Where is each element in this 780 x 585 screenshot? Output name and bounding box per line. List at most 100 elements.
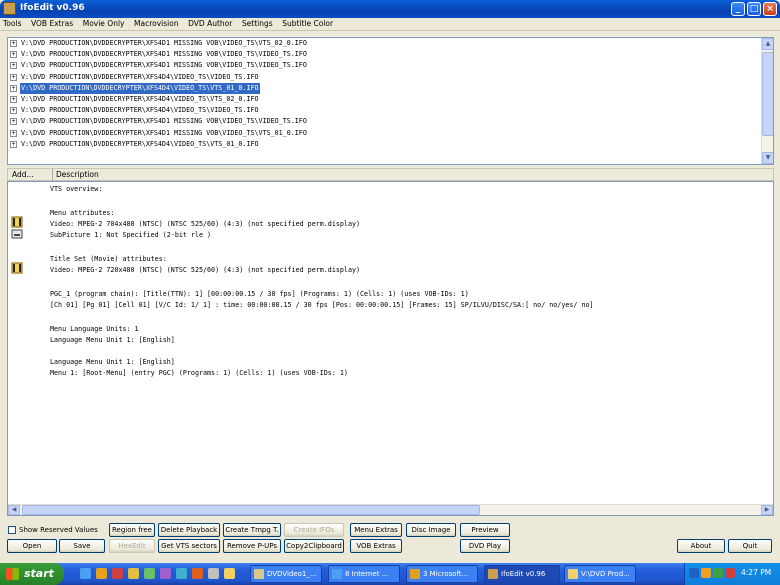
file-row[interactable]: + V:\DVD PRODUCTION\DVDDECRYPTER\XFS4D1 M…: [8, 38, 773, 49]
expand-plus-icon[interactable]: +: [10, 62, 17, 70]
window-title: IfoEdit v0.96: [20, 3, 85, 13]
expand-plus-icon[interactable]: +: [10, 40, 17, 47]
quicklaunch-app-icon[interactable]: [144, 568, 155, 579]
hscroll-thumb[interactable]: [22, 505, 480, 515]
file-list-scrollbar[interactable]: ▲ ▼: [761, 38, 773, 164]
quicklaunch-app-icon[interactable]: [128, 568, 139, 579]
detail-line: VTS overview:: [50, 185, 103, 193]
windows-flag-icon: [6, 568, 19, 580]
expand-plus-icon[interactable]: +: [10, 129, 17, 137]
task-microsoft[interactable]: 3 Microsoft...: [406, 565, 478, 583]
expand-plus-icon[interactable]: +: [10, 95, 17, 103]
expand-plus-icon[interactable]: +: [10, 118, 17, 126]
quicklaunch-folder-icon[interactable]: [96, 568, 107, 579]
menu-subtitle-color[interactable]: Subtitle Color: [279, 18, 337, 28]
file-row[interactable]: + V:\DVD PRODUCTION\DVDDECRYPTER\XFS4D1 M…: [8, 60, 773, 71]
clock[interactable]: 4:27 PM: [741, 568, 771, 577]
file-row[interactable]: + V:\DVD PRODUCTION\DVDDECRYPTER\XFS4D1 M…: [8, 128, 773, 139]
detail-line: Video: MPEG-2 720x480 (NTSC) (NTSC 525/6…: [50, 266, 361, 274]
tray-icon[interactable]: [725, 568, 735, 578]
maximize-button[interactable]: □: [747, 2, 761, 16]
scroll-thumb[interactable]: [762, 52, 773, 136]
quit-button[interactable]: Quit: [728, 539, 772, 553]
menu-macrovision[interactable]: Macrovision: [131, 18, 183, 28]
get-vts-sectors-button[interactable]: Get VTS sectors: [158, 539, 220, 553]
file-path: V:\DVD PRODUCTION\DVDDECRYPTER\XFS4D1 MI…: [21, 39, 307, 47]
copy2clipboard-button[interactable]: Copy2Clipboard: [284, 539, 344, 553]
ifoedit-icon: [488, 569, 498, 579]
detail-line: Video: MPEG-2 704x480 (NTSC) (NTSC 525/6…: [50, 220, 361, 228]
expand-plus-icon[interactable]: +: [10, 73, 17, 81]
quicklaunch-app-icon[interactable]: [176, 568, 187, 579]
description-column-header[interactable]: Description: [56, 170, 99, 179]
file-row[interactable]: + V:\DVD PRODUCTION\DVDDECRYPTER\XFS4D4\V…: [8, 139, 773, 150]
detail-line: Language Menu Unit 1: [English]: [50, 336, 175, 344]
scroll-down-arrow-icon[interactable]: ▼: [762, 152, 773, 164]
task-internet[interactable]: 8 Internet ...: [328, 565, 400, 583]
folder-icon: [568, 569, 578, 579]
about-button[interactable]: About: [677, 539, 725, 553]
scroll-left-arrow-icon[interactable]: ◀: [8, 505, 20, 515]
task-label: DVDVideo1_...: [267, 570, 317, 578]
quicklaunch-media-icon[interactable]: [112, 568, 123, 579]
menu-settings[interactable]: Settings: [239, 18, 277, 28]
file-path: V:\DVD PRODUCTION\DVDDECRYPTER\XFS4D1 MI…: [21, 128, 307, 137]
region-free-button[interactable]: Region free: [109, 523, 155, 537]
tray-icon[interactable]: [713, 568, 723, 578]
file-row[interactable]: + V:\DVD PRODUCTION\DVDDECRYPTER\XFS4D4\V…: [8, 105, 773, 116]
save-button[interactable]: Save: [59, 539, 105, 553]
column-separator[interactable]: [52, 169, 53, 181]
file-row[interactable]: + V:\DVD PRODUCTION\DVDDECRYPTER\XFS4D1 M…: [8, 49, 773, 60]
file-row[interactable]: + V:\DVD PRODUCTION\DVDDECRYPTER\XFS4D4\V…: [8, 72, 773, 83]
expand-plus-icon[interactable]: +: [10, 84, 17, 92]
vob-extras-button[interactable]: VOB Extras: [350, 539, 402, 553]
disc-image-button[interactable]: Disc Image: [406, 523, 456, 537]
start-button[interactable]: start: [0, 563, 64, 585]
task-label: 3 Microsoft...: [423, 570, 469, 578]
quicklaunch-app-icon[interactable]: [224, 568, 235, 579]
expand-plus-icon[interactable]: +: [10, 140, 17, 148]
menu-movie-only[interactable]: Movie Only: [80, 18, 129, 28]
description-hscrollbar[interactable]: ◀ ▶: [8, 504, 773, 515]
file-path: V:\DVD PRODUCTION\DVDDECRYPTER\XFS4D4\VI…: [21, 139, 259, 148]
delete-playback-button[interactable]: Delete Playback: [158, 523, 220, 537]
expand-plus-icon[interactable]: +: [10, 107, 17, 115]
quicklaunch-app-icon[interactable]: [208, 568, 219, 579]
remove-pups-button[interactable]: Remove P-UPs: [223, 539, 281, 553]
dvd-play-button[interactable]: DVD Play: [460, 539, 510, 553]
expand-plus-icon[interactable]: +: [10, 51, 17, 59]
title-bar[interactable]: IfoEdit v0.96 _ □ ×: [0, 0, 780, 18]
menu-extras-button[interactable]: Menu Extras: [350, 523, 402, 537]
description-panel[interactable]: VTS overview: Menu attributes: Video: MP…: [7, 181, 774, 516]
task-folder-dvd[interactable]: V:\DVD Prod...: [564, 565, 636, 583]
scroll-right-arrow-icon[interactable]: ▶: [761, 505, 773, 515]
app-icon[interactable]: [3, 2, 16, 15]
ifo-file-list[interactable]: + V:\DVD PRODUCTION\DVDDECRYPTER\XFS4D1 M…: [7, 37, 774, 165]
show-reserved-checkbox[interactable]: [8, 526, 16, 534]
quicklaunch-app-icon[interactable]: [192, 568, 203, 579]
menu-vob-extras[interactable]: VOB Extras: [28, 18, 77, 28]
video-film-icon: [11, 262, 23, 274]
scroll-up-arrow-icon[interactable]: ▲: [762, 38, 773, 50]
add-column-header[interactable]: Add...: [12, 170, 34, 179]
quicklaunch-app-icon[interactable]: [160, 568, 171, 579]
menu-tools[interactable]: Tools: [0, 18, 25, 28]
minimize-button[interactable]: _: [731, 2, 745, 16]
file-row[interactable]: + V:\DVD PRODUCTION\DVDDECRYPTER\XFS4D4\V…: [8, 82, 773, 94]
create-tmpg-button[interactable]: Create Tmpg T.: [223, 523, 281, 537]
detail-line: Menu 1: [Root-Menu] (entry PGC) (Program…: [50, 369, 348, 377]
close-button[interactable]: ×: [763, 2, 777, 16]
menu-bar: Tools VOB Extras Movie Only Macrovision …: [0, 18, 780, 31]
show-reserved-label: Show Reserved Values: [19, 526, 98, 534]
file-row[interactable]: + V:\DVD PRODUCTION\DVDDECRYPTER\XFS4D1 M…: [8, 116, 773, 127]
file-row[interactable]: + V:\DVD PRODUCTION\DVDDECRYPTER\XFS4D4\V…: [8, 94, 773, 105]
task-dvdvideo[interactable]: DVDVideo1_...: [250, 565, 322, 583]
tray-icon[interactable]: [701, 568, 711, 578]
menu-dvd-author[interactable]: DVD Author: [185, 18, 236, 28]
task-ifoedit[interactable]: IfoEdit v0.96: [484, 565, 560, 583]
preview-button[interactable]: Preview: [460, 523, 510, 537]
open-button[interactable]: Open: [7, 539, 57, 553]
quicklaunch-ie-icon[interactable]: [80, 568, 91, 579]
tray-icon[interactable]: [689, 568, 699, 578]
taskbar: start DVDVideo1_... 8 Internet ... 3 Mic…: [0, 563, 780, 585]
